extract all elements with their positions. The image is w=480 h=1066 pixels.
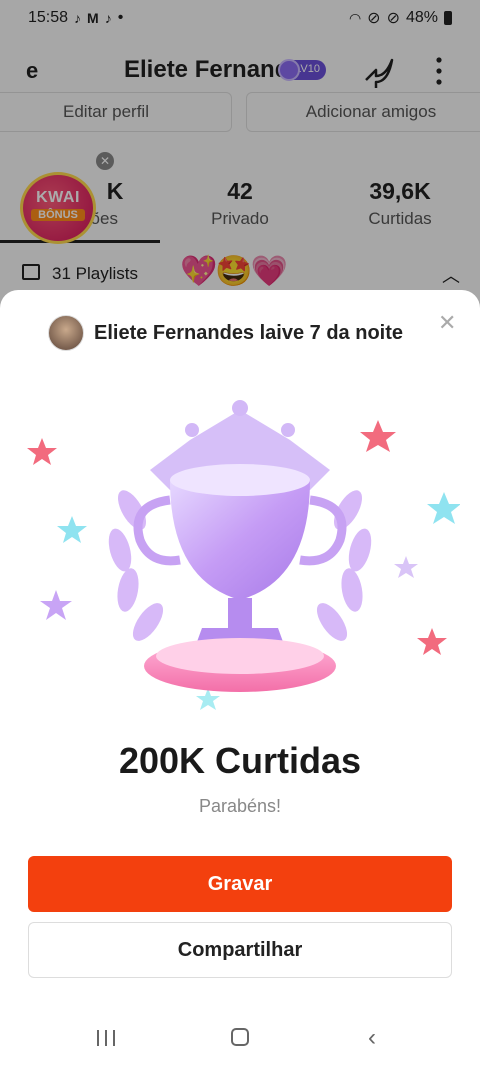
trophy-icon — [27, 400, 460, 710]
congrats-text: Parabéns! — [198, 796, 282, 816]
close-icon[interactable]: ✕ — [438, 310, 456, 336]
nav-home-icon[interactable] — [231, 1028, 249, 1046]
share-button[interactable]: Compartilhar — [28, 922, 452, 978]
achievement-sheet: Eliete Fernandes laive 7 da noite ✕ 200K… — [0, 290, 480, 1066]
sheet-header: Eliete Fernandes laive 7 da noite — [48, 314, 403, 352]
achievement-headline: 200K Curtidas — [118, 740, 362, 781]
nav-recent-icon[interactable] — [96, 1030, 116, 1046]
nav-back-icon[interactable]: ‹ — [368, 1024, 376, 1052]
avatar — [48, 315, 84, 351]
system-nav-bar: ‹ — [0, 1010, 480, 1066]
record-button[interactable]: Gravar — [28, 856, 452, 912]
sheet-title: Eliete Fernandes laive 7 da noite — [94, 321, 404, 344]
